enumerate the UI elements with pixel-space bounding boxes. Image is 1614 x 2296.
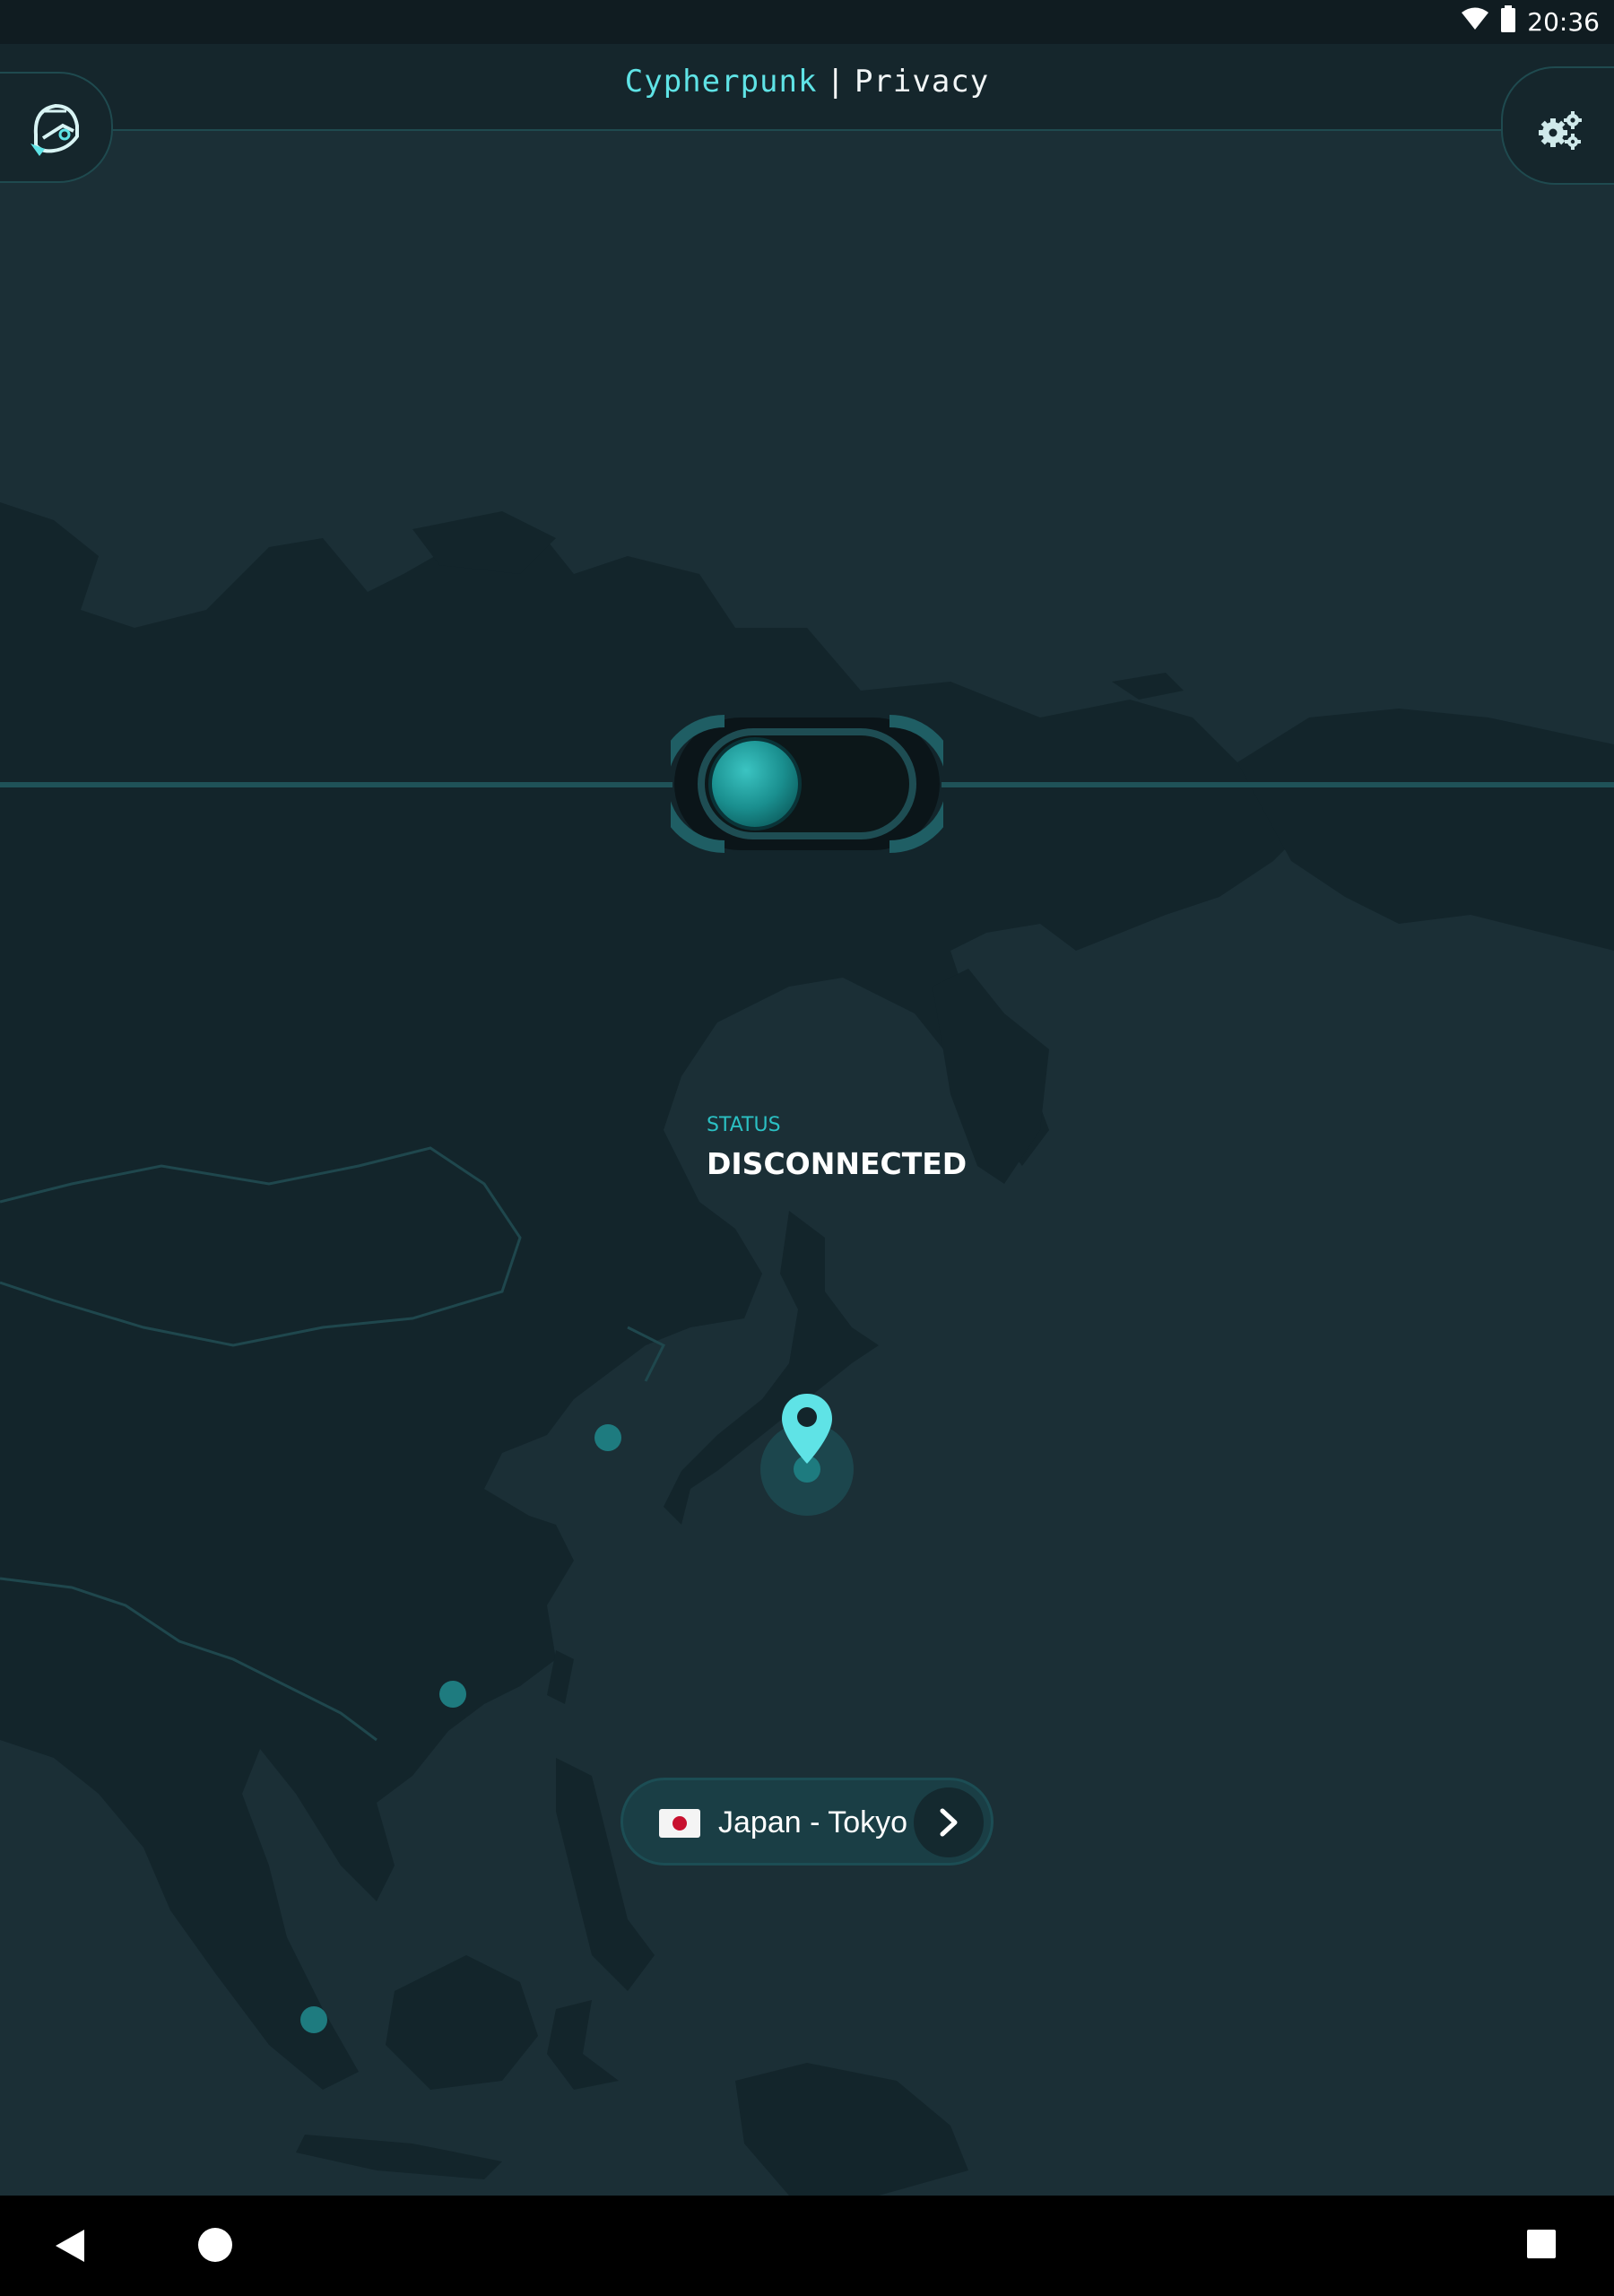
- wifi-icon: [1461, 6, 1489, 38]
- server-dot-singapore[interactable]: [300, 2006, 327, 2033]
- app-subtitle: Privacy: [854, 64, 990, 100]
- account-button[interactable]: [0, 72, 113, 183]
- toggle-line-right: [941, 782, 1614, 787]
- selected-location: Japan - Tokyo: [718, 1805, 908, 1839]
- map-land-alaska: [1237, 709, 1614, 951]
- toggle-graphic: [655, 715, 959, 853]
- clock: 20:36: [1527, 7, 1600, 37]
- map-pin-icon: [782, 1394, 832, 1464]
- status-bar: 20:36: [0, 0, 1614, 44]
- map-land-java: [296, 2135, 502, 2179]
- app-title: Cypherpunk | Privacy: [0, 64, 1614, 100]
- map-land-borneo: [386, 1955, 538, 2090]
- map-land-new-guinea: [735, 2063, 968, 2196]
- app-brand: Cypherpunk: [624, 64, 818, 100]
- back-icon[interactable]: [54, 2228, 86, 2264]
- home-icon[interactable]: [198, 2228, 232, 2262]
- connection-status: DISCONNECTED: [707, 1146, 968, 1181]
- battery-icon: [1500, 5, 1516, 39]
- japan-flag-icon: [659, 1809, 700, 1838]
- status-label: STATUS: [707, 1114, 781, 1136]
- status-icons: 20:36: [1461, 0, 1600, 44]
- gears-icon: [1539, 111, 1582, 150]
- title-separator: |: [826, 64, 846, 100]
- toggle-line-left: [0, 782, 672, 787]
- map-land-sulawesi: [547, 2000, 619, 2090]
- map-land-arctic-island-2: [1112, 673, 1184, 700]
- server-dot-hongkong[interactable]: [439, 1681, 466, 1708]
- location-next-button[interactable]: [914, 1787, 984, 1857]
- vpn-connect-toggle[interactable]: [655, 714, 959, 854]
- toggle-knob: [708, 737, 802, 831]
- helmet-logo-icon: [30, 103, 79, 156]
- recents-icon[interactable]: [1527, 2230, 1556, 2258]
- app-header: Cypherpunk | Privacy: [0, 44, 1614, 131]
- system-nav-bar: [0, 2196, 1614, 2296]
- location-selector-button[interactable]: Japan - Tokyo: [620, 1778, 994, 1866]
- server-dot-seoul[interactable]: [594, 1424, 621, 1451]
- settings-button[interactable]: [1501, 66, 1614, 185]
- chevron-right-icon: [940, 1808, 958, 1837]
